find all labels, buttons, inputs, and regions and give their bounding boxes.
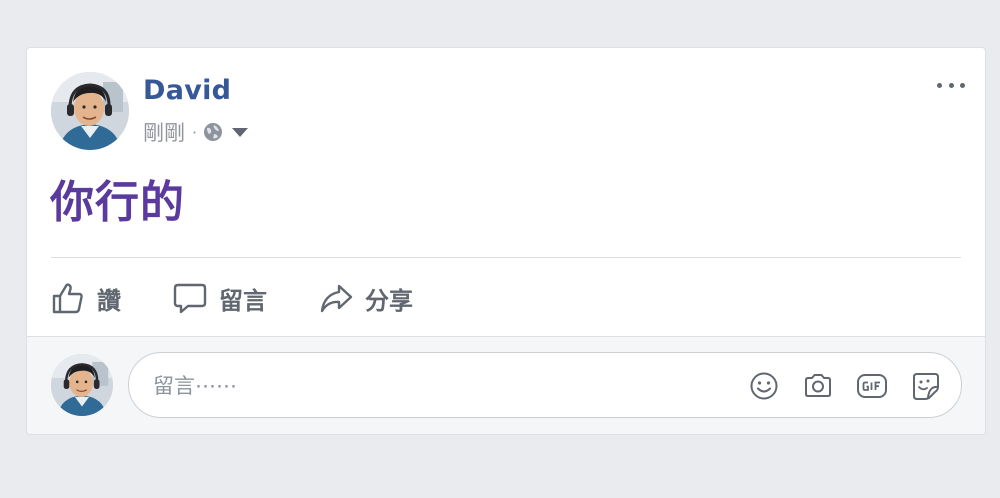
post-card: David 剛剛 · 你行的 讚 留言 分享 留言⋯⋯ xyxy=(26,47,986,435)
more-options-button[interactable] xyxy=(937,76,965,94)
post-meta: 剛剛 · xyxy=(143,117,249,147)
avatar-image xyxy=(51,72,129,150)
more-dot xyxy=(960,82,965,88)
like-label: 讚 xyxy=(97,286,121,315)
comment-tools xyxy=(727,369,943,403)
comment-composer xyxy=(27,336,985,434)
more-dot xyxy=(937,82,942,88)
author-name[interactable]: David xyxy=(143,75,231,106)
comment-input[interactable] xyxy=(151,353,715,419)
post-timestamp[interactable]: 剛剛 xyxy=(143,117,185,147)
comment-button[interactable]: 留言 xyxy=(173,281,267,316)
sticker-icon[interactable] xyxy=(909,369,943,403)
viewer-avatar[interactable] xyxy=(51,354,113,416)
thumbs-up-icon xyxy=(52,283,83,314)
like-button[interactable]: 讚 xyxy=(51,281,121,316)
emoji-icon[interactable] xyxy=(747,369,781,403)
camera-icon[interactable] xyxy=(801,369,835,403)
author-avatar[interactable] xyxy=(51,72,129,150)
share-button[interactable]: 分享 xyxy=(319,281,413,316)
share-arrow-icon xyxy=(320,284,353,313)
gif-icon[interactable] xyxy=(855,369,889,403)
audience-dropdown-caret[interactable] xyxy=(232,127,249,137)
post-actions: 讚 留言 分享 xyxy=(51,270,413,326)
post-text: 你行的 xyxy=(50,177,185,228)
comment-bubble-icon xyxy=(173,283,207,314)
divider xyxy=(51,257,961,258)
avatar-image xyxy=(51,354,113,416)
comment-box[interactable] xyxy=(128,352,962,419)
meta-separator: · xyxy=(192,122,198,142)
globe-icon[interactable] xyxy=(203,122,223,142)
more-dot xyxy=(948,82,954,88)
comment-label: 留言 xyxy=(219,286,267,315)
share-label: 分享 xyxy=(365,286,413,315)
